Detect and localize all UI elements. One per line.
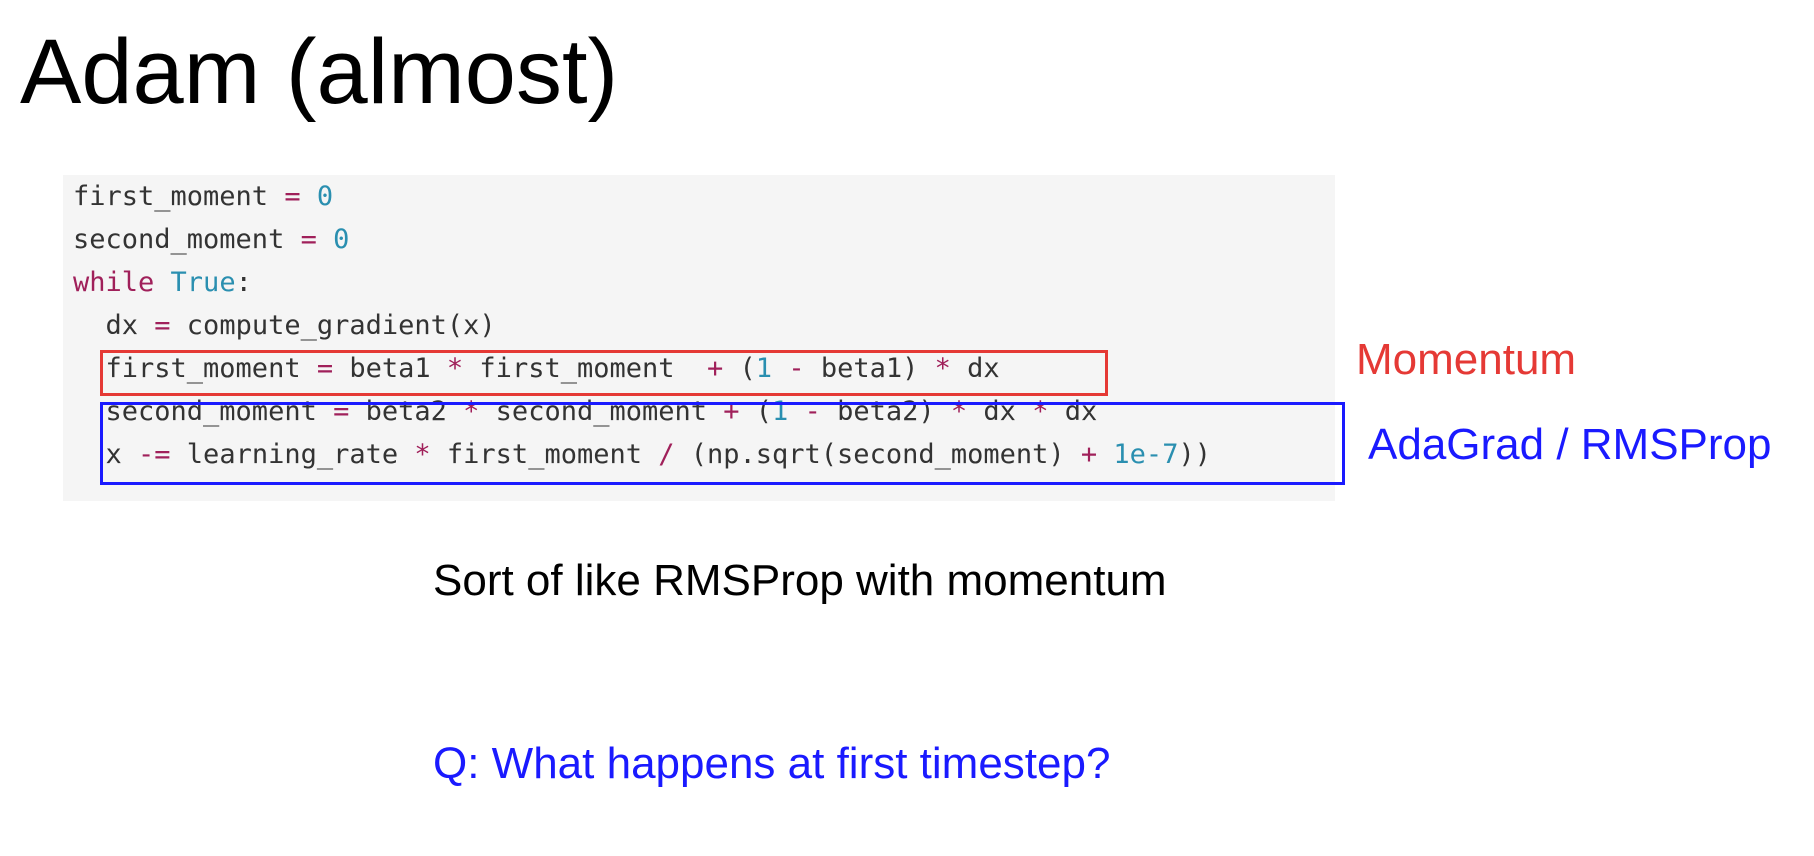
slide-title: Adam (almost) (20, 21, 619, 123)
code-token: dx (73, 310, 155, 341)
adagrad-highlight-box (100, 402, 1345, 485)
code-line-3: while True: (73, 261, 252, 304)
code-token: second_moment (73, 224, 301, 255)
code-token: = (300, 224, 317, 255)
code-token: = (284, 181, 301, 212)
code-line-1: first_moment = 0 (73, 175, 333, 218)
code-token: : (235, 267, 252, 298)
code-token: 0 (333, 224, 350, 255)
code-token: first_moment (73, 181, 285, 212)
adagrad-rmsprop-label: AdaGrad / RMSProp (1368, 420, 1772, 469)
slide-subtitle: Sort of like RMSProp with momentum (433, 556, 1167, 605)
code-token: while (73, 267, 155, 298)
code-line-4: dx = compute_gradient(x) (73, 304, 496, 347)
code-line-2: second_moment = 0 (73, 218, 349, 261)
momentum-highlight-box (100, 350, 1108, 396)
momentum-label: Momentum (1356, 335, 1577, 384)
code-token: 0 (316, 181, 334, 212)
code-token: True (170, 267, 236, 298)
code-token: = (154, 310, 171, 341)
slide-question: Q: What happens at first timestep? (433, 739, 1111, 788)
code-token: compute_gradient(x) (170, 310, 496, 341)
